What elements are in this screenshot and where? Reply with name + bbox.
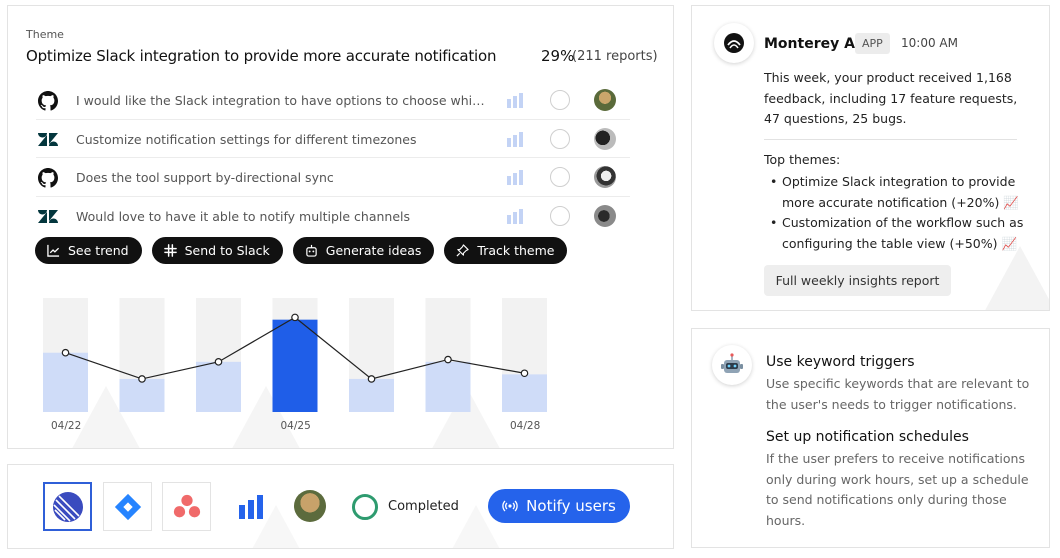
top-themes-label: Top themes: — [764, 152, 841, 167]
trend-point[interactable] — [520, 369, 529, 378]
github-icon — [38, 168, 58, 188]
tips-card: Use keyword triggers Use specific keywor… — [691, 328, 1050, 548]
x-tick-label: 04/28 — [510, 420, 540, 432]
robot-icon — [306, 244, 317, 257]
chart-bar[interactable] — [349, 378, 394, 412]
jira-icon — [114, 493, 141, 520]
avatar — [594, 166, 616, 188]
zendesk-icon — [38, 207, 58, 227]
divider — [764, 139, 1017, 140]
github-icon — [38, 91, 58, 111]
linear-icon — [52, 491, 83, 522]
feedback-text: Customize notification settings for diff… — [76, 131, 417, 147]
avatar — [594, 204, 616, 227]
avatar — [594, 127, 616, 150]
chart-bar[interactable] — [43, 352, 88, 412]
signal-bars-icon — [507, 131, 527, 147]
see-trend-button[interactable]: See trend — [35, 237, 142, 264]
trend-point[interactable] — [367, 375, 376, 383]
feedback-text: Does the tool support by-directional syn… — [76, 170, 334, 185]
feedback-row[interactable]: Would love to have it able to notify mul… — [36, 197, 630, 236]
monterey-message-card: Monterey AI APP 10:00 AM This week, your… — [691, 5, 1050, 311]
broadcast-icon — [502, 500, 518, 512]
weekly-summary: This week, your product received 1,168 f… — [764, 70, 1018, 126]
app-badge: APP — [855, 33, 890, 54]
x-tick-label: 04/25 — [281, 420, 311, 432]
completed-label: Completed — [388, 499, 459, 514]
feedback-row[interactable]: Customize notification settings for diff… — [36, 120, 630, 158]
theme-label: Theme — [26, 28, 64, 41]
theme-card: Theme Optimize Slack integration to prov… — [7, 5, 674, 449]
trend-chart: 04/22 04/25 04/28 — [43, 298, 547, 432]
theme-title: Optimize Slack integration to provide mo… — [26, 47, 497, 65]
top-theme-item: Customization of the workflow such as co… — [770, 213, 1035, 254]
asana-tile[interactable] — [162, 482, 211, 531]
robot-avatar — [712, 345, 752, 385]
status-circle[interactable] — [550, 205, 570, 226]
feedback-text: I would like the Slack integration to ha… — [76, 93, 486, 108]
trend-point[interactable] — [444, 355, 452, 364]
sender-name: Monterey AI — [764, 36, 861, 52]
notify-users-button[interactable]: Notify users — [488, 489, 630, 523]
trend-icon — [47, 244, 60, 257]
monterey-logo — [714, 23, 754, 63]
trend-point[interactable] — [138, 375, 146, 383]
generate-ideas-label: Generate ideas — [325, 243, 422, 258]
send-to-slack-label: Send to Slack — [184, 243, 270, 258]
chart-bar[interactable] — [272, 319, 318, 412]
tip-body: If the user prefers to receive notificat… — [766, 451, 1029, 528]
tip-body: Use specific keywords that are relevant … — [766, 376, 1030, 412]
bar-chart-icon[interactable] — [237, 495, 265, 519]
status-circle[interactable] — [550, 90, 570, 110]
signal-bars-icon — [507, 170, 527, 185]
integrations-card: Completed Notify users — [7, 464, 674, 549]
avatar — [594, 89, 616, 111]
asana-icon — [173, 494, 200, 517]
top-themes-list: Optimize Slack integration to provide mo… — [770, 172, 1035, 254]
chart-bar[interactable] — [425, 361, 471, 412]
weekly-report-button[interactable]: Full weekly insights report — [764, 265, 951, 296]
signal-bars-icon — [507, 93, 527, 108]
send-to-slack-button[interactable]: Send to Slack — [151, 237, 283, 264]
chart-bar[interactable] — [196, 361, 241, 412]
feedback-row[interactable]: I would like the Slack integration to ha… — [36, 81, 630, 120]
tip-heading: Set up notification schedules — [766, 429, 969, 445]
jira-tile[interactable] — [103, 482, 152, 531]
signal-bars-icon — [507, 208, 527, 224]
track-theme-button[interactable]: Track theme — [444, 237, 568, 264]
chart-bar[interactable] — [119, 378, 165, 412]
theme-percent: 29% — [541, 47, 575, 65]
message-time: 10:00 AM — [901, 36, 958, 50]
generate-ideas-button[interactable]: Generate ideas — [292, 237, 435, 264]
notify-users-label: Notify users — [526, 497, 616, 515]
completed-status-icon — [352, 494, 378, 520]
robot-icon — [721, 353, 743, 373]
feedback-text: Would love to have it able to notify mul… — [76, 208, 411, 224]
avatar[interactable] — [294, 490, 326, 522]
see-trend-label: See trend — [68, 243, 129, 258]
monterey-logo-icon — [724, 33, 744, 53]
trend-point[interactable] — [61, 348, 70, 357]
theme-actions: See trend Send to Slack Generate ideas T… — [35, 237, 568, 264]
status-circle[interactable] — [550, 128, 570, 149]
trend-point[interactable] — [291, 313, 299, 322]
feedback-row[interactable]: Does the tool support by-directional syn… — [36, 158, 630, 197]
tip-heading: Use keyword triggers — [766, 354, 915, 370]
zendesk-icon — [38, 130, 58, 150]
pin-icon — [456, 244, 470, 257]
top-theme-item: Optimize Slack integration to provide mo… — [770, 172, 1035, 213]
theme-report-count: (211 reports) — [572, 49, 658, 64]
trend-point[interactable] — [214, 358, 223, 366]
status-circle[interactable] — [550, 167, 570, 187]
slack-icon — [163, 244, 177, 257]
track-theme-label: Track theme — [477, 243, 555, 258]
x-tick-label: 04/22 — [51, 420, 81, 432]
chart-bar[interactable] — [502, 374, 547, 412]
background-shape — [982, 246, 1049, 310]
feedback-list: I would like the Slack integration to ha… — [36, 81, 630, 235]
linear-tile[interactable] — [43, 482, 92, 531]
